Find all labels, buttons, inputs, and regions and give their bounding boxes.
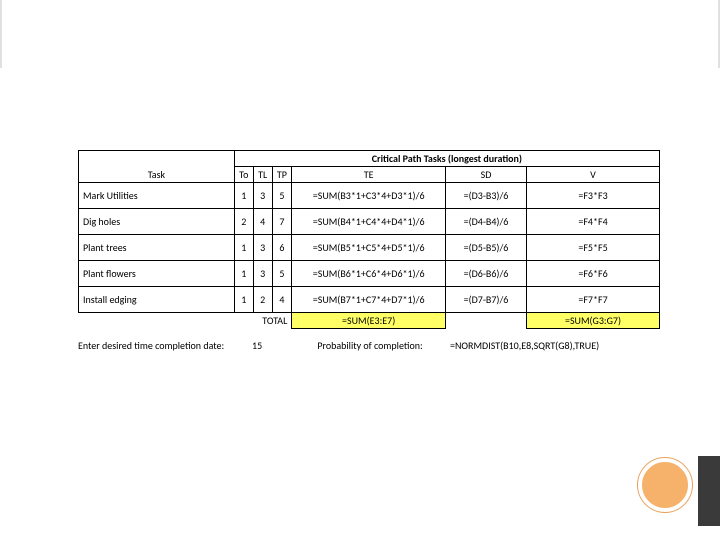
cell-te: =SUM(B6*1+C6*4+D6*1)/6: [292, 261, 446, 287]
col-tp: TP: [272, 167, 292, 183]
critical-path-table: Critical Path Tasks (longest duration) T…: [78, 150, 660, 329]
total-v: =SUM(G3:G7): [527, 313, 660, 329]
cell-v: =F5*F5: [527, 235, 660, 261]
cell-tp: 5: [272, 261, 292, 287]
cell-sd: =(D4-B4)/6: [446, 209, 527, 235]
total-label: TOTAL: [79, 313, 292, 329]
date-label: Enter desired time completion date:: [78, 339, 252, 352]
cell-tp: 6: [272, 235, 292, 261]
table-row: Dig holes 2 4 7 =SUM(B4*1+C4*4+D4*1)/6 =…: [79, 209, 660, 235]
cell-v: =F6*F6: [527, 261, 660, 287]
cell-te: =SUM(B7*1+C7*4+D7*1)/6: [292, 287, 446, 313]
cell-tl: 3: [253, 261, 272, 287]
cell-sd: =(D3-B3)/6: [446, 183, 527, 209]
cell-task: Plant flowers: [79, 261, 235, 287]
col-v: V: [527, 167, 660, 183]
cell-sd: =(D5-B5)/6: [446, 235, 527, 261]
col-to: To: [234, 167, 253, 183]
cell-tl: 3: [253, 235, 272, 261]
col-tl: TL: [253, 167, 272, 183]
total-sd-blank: [446, 313, 527, 329]
slide-thumb-rail: [698, 456, 720, 526]
table-row: Mark Utilities 1 3 5 =SUM(B3*1+C3*4+D3*1…: [79, 183, 660, 209]
table-row: Plant trees 1 3 6 =SUM(B5*1+C5*4+D5*1)/6…: [79, 235, 660, 261]
cell-v: =F3*F3: [527, 183, 660, 209]
date-value: 15: [252, 339, 290, 352]
cell-to: 1: [234, 261, 253, 287]
cell-sd: =(D6-B6)/6: [446, 261, 527, 287]
slide-content: Critical Path Tasks (longest duration) T…: [78, 150, 660, 352]
accent-circle-icon: [638, 458, 692, 512]
total-te: =SUM(E3:E7): [292, 313, 446, 329]
cell-to: 1: [234, 183, 253, 209]
cell-tp: 4: [272, 287, 292, 313]
table-title: Critical Path Tasks (longest duration): [234, 151, 659, 167]
cell-to: 1: [234, 287, 253, 313]
col-sd: SD: [446, 167, 527, 183]
cell-task: Install edging: [79, 287, 235, 313]
cell-tl: 3: [253, 183, 272, 209]
table-row: Plant flowers 1 3 5 =SUM(B6*1+C6*4+D6*1)…: [79, 261, 660, 287]
cell-to: 1: [234, 235, 253, 261]
col-te: TE: [292, 167, 446, 183]
cell-tp: 7: [272, 209, 292, 235]
cell-tp: 5: [272, 183, 292, 209]
cell-v: =F7*F7: [527, 287, 660, 313]
cell-te: =SUM(B4*1+C4*4+D4*1)/6: [292, 209, 446, 235]
cell-tl: 4: [253, 209, 272, 235]
page-frame-top: [0, 0, 720, 68]
table-row: Install edging 1 2 4 =SUM(B7*1+C7*4+D7*1…: [79, 287, 660, 313]
cell-v: =F4*F4: [527, 209, 660, 235]
title-blank: [79, 151, 235, 167]
cell-sd: =(D7-B7)/6: [446, 287, 527, 313]
footer-row: Enter desired time completion date: 15 P…: [78, 339, 660, 352]
cell-to: 2: [234, 209, 253, 235]
cell-task: Mark Utilities: [79, 183, 235, 209]
col-task: Task: [79, 167, 235, 183]
prob-formula: =NORMDIST(B10,E8,SQRT(G8),TRUE): [450, 339, 660, 352]
cell-te: =SUM(B5*1+C5*4+D5*1)/6: [292, 235, 446, 261]
prob-label: Probability of completion:: [290, 339, 450, 352]
cell-te: =SUM(B3*1+C3*4+D3*1)/6: [292, 183, 446, 209]
cell-task: Plant trees: [79, 235, 235, 261]
cell-task: Dig holes: [79, 209, 235, 235]
cell-tl: 2: [253, 287, 272, 313]
